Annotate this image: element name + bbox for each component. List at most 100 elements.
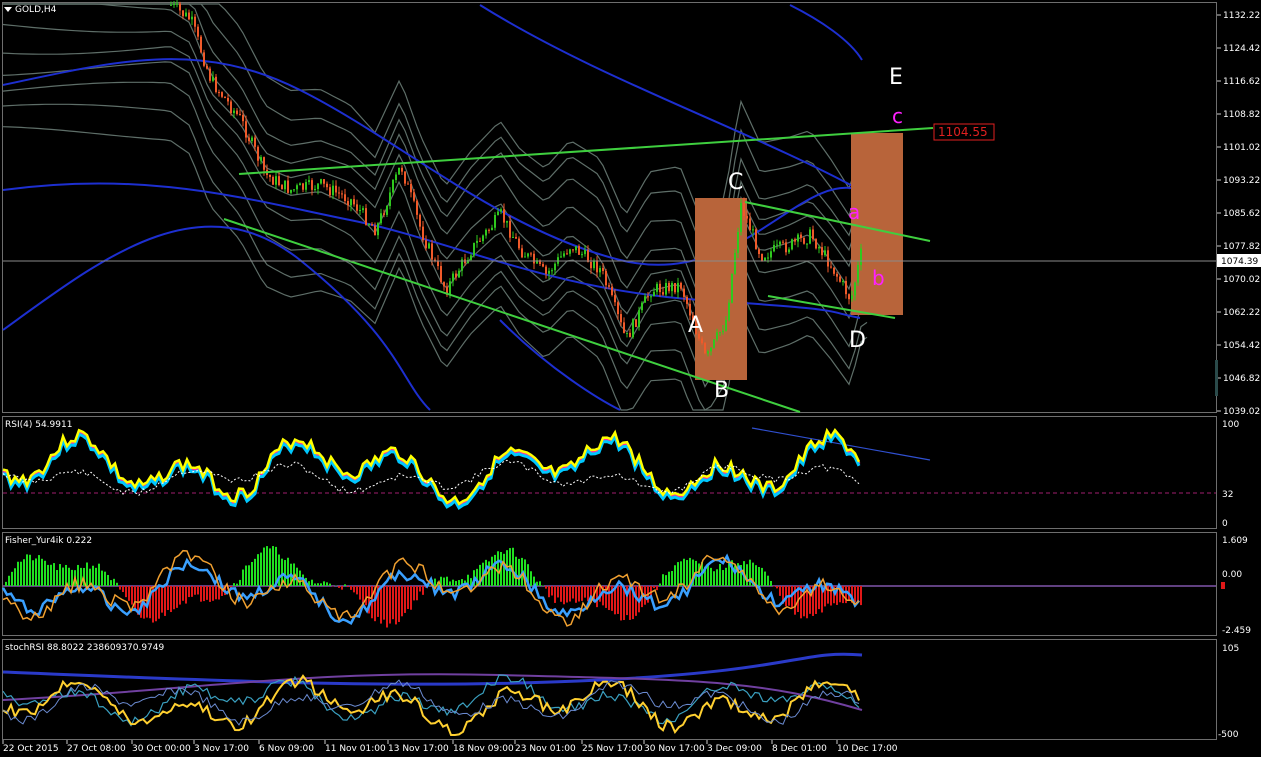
candle-body bbox=[341, 193, 343, 195]
fisher-bar-positive bbox=[260, 552, 262, 586]
candle-body bbox=[755, 229, 757, 250]
candle-body bbox=[704, 343, 706, 354]
triangle-down-icon[interactable] bbox=[4, 7, 12, 12]
panel-frames bbox=[2, 2, 1217, 740]
fisher-bar-negative bbox=[416, 586, 418, 601]
fisher-bar-negative bbox=[854, 586, 856, 603]
fisher-bar-negative bbox=[155, 586, 157, 622]
candle-body bbox=[467, 259, 469, 264]
candle-body bbox=[749, 218, 751, 231]
fisher-bar-positive bbox=[68, 567, 70, 586]
fisher-bar-positive bbox=[491, 556, 493, 586]
candle-body bbox=[629, 332, 631, 338]
fisher-bar-negative bbox=[398, 586, 400, 622]
candle-body bbox=[593, 260, 595, 269]
candle-body bbox=[716, 332, 718, 340]
price-tick-label: 1093.22 bbox=[1223, 176, 1260, 186]
time-tick-label: 13 Nov 17:00 bbox=[388, 744, 449, 754]
candle-body bbox=[419, 214, 421, 227]
fisher-bar-positive bbox=[26, 554, 28, 586]
fisher-bar-positive bbox=[320, 583, 322, 586]
fisher-bar-negative bbox=[404, 586, 406, 613]
price-tick-label: 1046.82 bbox=[1223, 374, 1260, 384]
fisher-bar-negative bbox=[779, 586, 781, 596]
candle-body bbox=[278, 176, 280, 186]
fisher-bar-negative bbox=[356, 586, 358, 595]
candle-body bbox=[524, 256, 526, 258]
price-tick-label: 1070.02 bbox=[1223, 275, 1260, 285]
candle-body bbox=[641, 302, 643, 311]
candle-body bbox=[455, 273, 457, 278]
chart-title[interactable]: GOLD,H4 bbox=[4, 5, 56, 15]
time-tick-label: 3 Dec 09:00 bbox=[707, 744, 762, 754]
candle-body bbox=[617, 302, 619, 315]
upper-triangle-trendline[interactable] bbox=[238, 127, 934, 175]
candle-body bbox=[452, 273, 454, 282]
fisher-bar-positive bbox=[455, 580, 457, 586]
candle-body bbox=[404, 171, 406, 184]
rsi-divergence-line[interactable] bbox=[751, 427, 931, 461]
candle-body bbox=[170, 4, 172, 6]
candle-body bbox=[293, 189, 295, 191]
ma-line-5 bbox=[789, 4, 863, 61]
price-chart-canvas[interactable]: E c C a b A B D 1104.55 1132.221124.4211… bbox=[0, 0, 1261, 757]
time-tick-label: 25 Nov 17:00 bbox=[582, 744, 643, 754]
candle-body bbox=[635, 319, 637, 327]
fisher-bar-negative bbox=[572, 586, 574, 599]
candle-body bbox=[392, 179, 394, 193]
candle-body bbox=[746, 216, 748, 219]
fisher-bar-negative bbox=[422, 586, 424, 595]
candle-body bbox=[680, 282, 682, 289]
fisher-bar-positive bbox=[716, 569, 718, 586]
fisher-bar-positive bbox=[50, 564, 52, 586]
fisher-bar-negative bbox=[545, 586, 547, 589]
candle-body bbox=[620, 314, 622, 323]
fisher-bar-positive bbox=[311, 579, 313, 586]
chart-window: E c C a b A B D 1104.55 1132.22 1124.42 11… bbox=[0, 0, 1261, 757]
fisher-bar-negative bbox=[620, 586, 622, 621]
candle-body bbox=[836, 273, 838, 277]
fisher-bar-positive bbox=[44, 560, 46, 586]
candle-body bbox=[797, 234, 799, 242]
rsi-title: RSI(4) 54.9911 bbox=[5, 420, 73, 430]
candle-body bbox=[362, 208, 364, 211]
fisher-bar-negative bbox=[131, 586, 133, 605]
fisher-bar-positive bbox=[86, 562, 88, 586]
fisher-bar-positive bbox=[53, 563, 55, 586]
candle-body bbox=[632, 319, 634, 338]
price-tick-label: 1039.02 bbox=[1223, 407, 1260, 417]
candle-body bbox=[728, 302, 730, 321]
trend-lines bbox=[223, 127, 934, 413]
candle-body bbox=[734, 252, 736, 274]
fisher-bar-positive bbox=[5, 581, 7, 586]
candle-body bbox=[206, 65, 208, 69]
fisher-bar-positive bbox=[35, 558, 37, 586]
candle-body bbox=[833, 267, 835, 274]
fisher-bar-positive bbox=[728, 562, 730, 586]
candle-body bbox=[740, 202, 742, 233]
fisher-bar-negative bbox=[566, 586, 568, 603]
candle-body bbox=[239, 113, 241, 115]
fisher-bar-positive bbox=[110, 580, 112, 586]
candle-body bbox=[326, 183, 328, 188]
fisher-bar-positive bbox=[107, 574, 109, 586]
fisher-bar-positive bbox=[11, 571, 13, 586]
candle-body bbox=[284, 180, 286, 190]
stochrsi-tick-high: 105 bbox=[1222, 644, 1239, 654]
axis-scroll-handle[interactable] bbox=[1215, 360, 1218, 396]
candle-body bbox=[557, 257, 559, 264]
fisher-bar-negative bbox=[413, 586, 415, 601]
fisher-bar-positive bbox=[314, 583, 316, 586]
time-tick-label: 18 Nov 09:00 bbox=[453, 744, 514, 754]
time-tick-label: 3 Nov 17:00 bbox=[194, 744, 249, 754]
candle-body bbox=[824, 250, 826, 256]
price-axis: 1132.22 1124.42 1116.62 1108.82 1101.02 1093.… bbox=[1217, 11, 1260, 417]
candle-body bbox=[347, 201, 349, 206]
candle-body bbox=[182, 10, 184, 17]
candle-body bbox=[308, 180, 310, 183]
candle-body bbox=[659, 283, 661, 293]
candle-body bbox=[194, 16, 196, 27]
fisher-bar-positive bbox=[497, 551, 499, 586]
fisher-bar-negative bbox=[818, 586, 820, 610]
candle-body bbox=[656, 283, 658, 292]
